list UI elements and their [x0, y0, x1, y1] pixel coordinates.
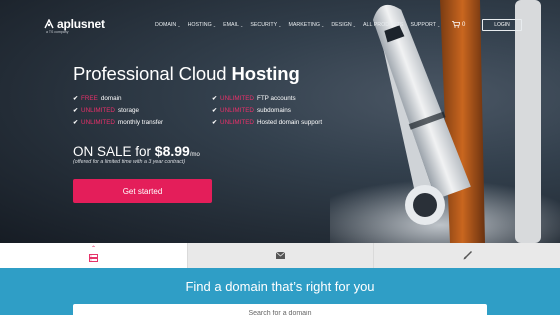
menu-item-marketing[interactable]: MARKETING ⌄	[288, 22, 324, 28]
server-icon	[89, 253, 98, 262]
check-icon: ✔	[73, 96, 79, 102]
menu-item-all-products[interactable]: ALL PRODUCTS	[363, 22, 403, 28]
menu-item-domain[interactable]: DOMAIN ⌄	[155, 22, 181, 28]
product-tabs: ⌃	[0, 243, 560, 268]
chevron-down-icon: ⌄	[436, 22, 441, 28]
feature-list: ✔ FREE domain ✔ UNLIMITED FTP accounts ✔ UN…	[73, 95, 363, 126]
top-navigation: aplusnet a TS company DOMAIN ⌄ HOSTING ⌄ E…	[0, 0, 560, 40]
logo[interactable]: aplusnet	[44, 17, 105, 31]
price-period: /mo	[189, 152, 200, 158]
check-icon: ✔	[73, 120, 79, 126]
feature-item: ✔ UNLIMITED monthly transfer	[73, 119, 164, 126]
sale-price: ON SALE for $8.99/mo	[73, 143, 200, 159]
chevron-down-icon: ⌄	[239, 22, 244, 28]
tab-email[interactable]	[187, 243, 373, 268]
paintbrush-icon	[463, 251, 472, 260]
hero-section: aplusnet a TS company DOMAIN ⌄ HOSTING ⌄ E…	[0, 0, 560, 243]
main-menu: DOMAIN ⌄ HOSTING ⌄ EMAIL ⌄ SECURITY ⌄ MARKET…	[155, 22, 447, 28]
sale-note: (offered for a limited time with a 3 yea…	[73, 159, 186, 165]
chevron-down-icon: ⌄	[212, 22, 217, 28]
logo-mark-icon	[44, 19, 54, 29]
logo-subtitle: a TS company	[46, 30, 69, 34]
page-title: Professional Cloud Hosting	[73, 63, 300, 84]
chevron-down-icon: ⌄	[320, 22, 325, 28]
feature-item: ✔ UNLIMITED FTP accounts	[212, 95, 296, 102]
chevron-down-icon: ⌄	[352, 22, 357, 28]
chevron-down-icon: ⌄	[278, 22, 282, 28]
domain-search-title: Find a domain that’s right for you	[185, 279, 375, 294]
cart-button[interactable]: 0	[452, 21, 465, 28]
menu-item-hosting[interactable]: HOSTING ⌄	[188, 22, 217, 28]
menu-item-design[interactable]: DESIGN ⌄	[331, 22, 356, 28]
feature-item: ✔ UNLIMITED Hosted domain support	[212, 119, 323, 126]
login-button[interactable]: LOGIN	[482, 19, 522, 31]
check-icon: ✔	[212, 108, 218, 114]
cart-icon	[452, 21, 460, 28]
menu-item-support[interactable]: SUPPORT ⌄	[410, 22, 440, 28]
envelope-icon	[276, 252, 285, 259]
tab-hosting[interactable]: ⌃	[0, 243, 187, 268]
check-icon: ✔	[212, 120, 218, 126]
chevron-down-icon: ⌄	[177, 22, 181, 28]
domain-search-input[interactable]	[73, 304, 487, 315]
tab-design[interactable]	[373, 243, 560, 268]
domain-search-section: Find a domain that’s right for you	[0, 268, 560, 315]
check-icon: ✔	[73, 108, 79, 114]
get-started-button[interactable]: Get started	[73, 179, 212, 203]
logo-text: aplusnet	[57, 17, 105, 31]
cart-count: 0	[462, 21, 466, 28]
chevron-up-icon: ⌃	[90, 246, 97, 252]
price: $8.99	[154, 143, 190, 159]
menu-item-email[interactable]: EMAIL ⌄	[223, 22, 243, 28]
feature-item: ✔ FREE domain	[73, 95, 122, 102]
feature-item: ✔ UNLIMITED subdomains	[212, 107, 291, 114]
check-icon: ✔	[212, 96, 218, 102]
feature-item: ✔ UNLIMITED storage	[73, 107, 139, 114]
menu-item-security[interactable]: SECURITY ⌄	[250, 22, 281, 28]
